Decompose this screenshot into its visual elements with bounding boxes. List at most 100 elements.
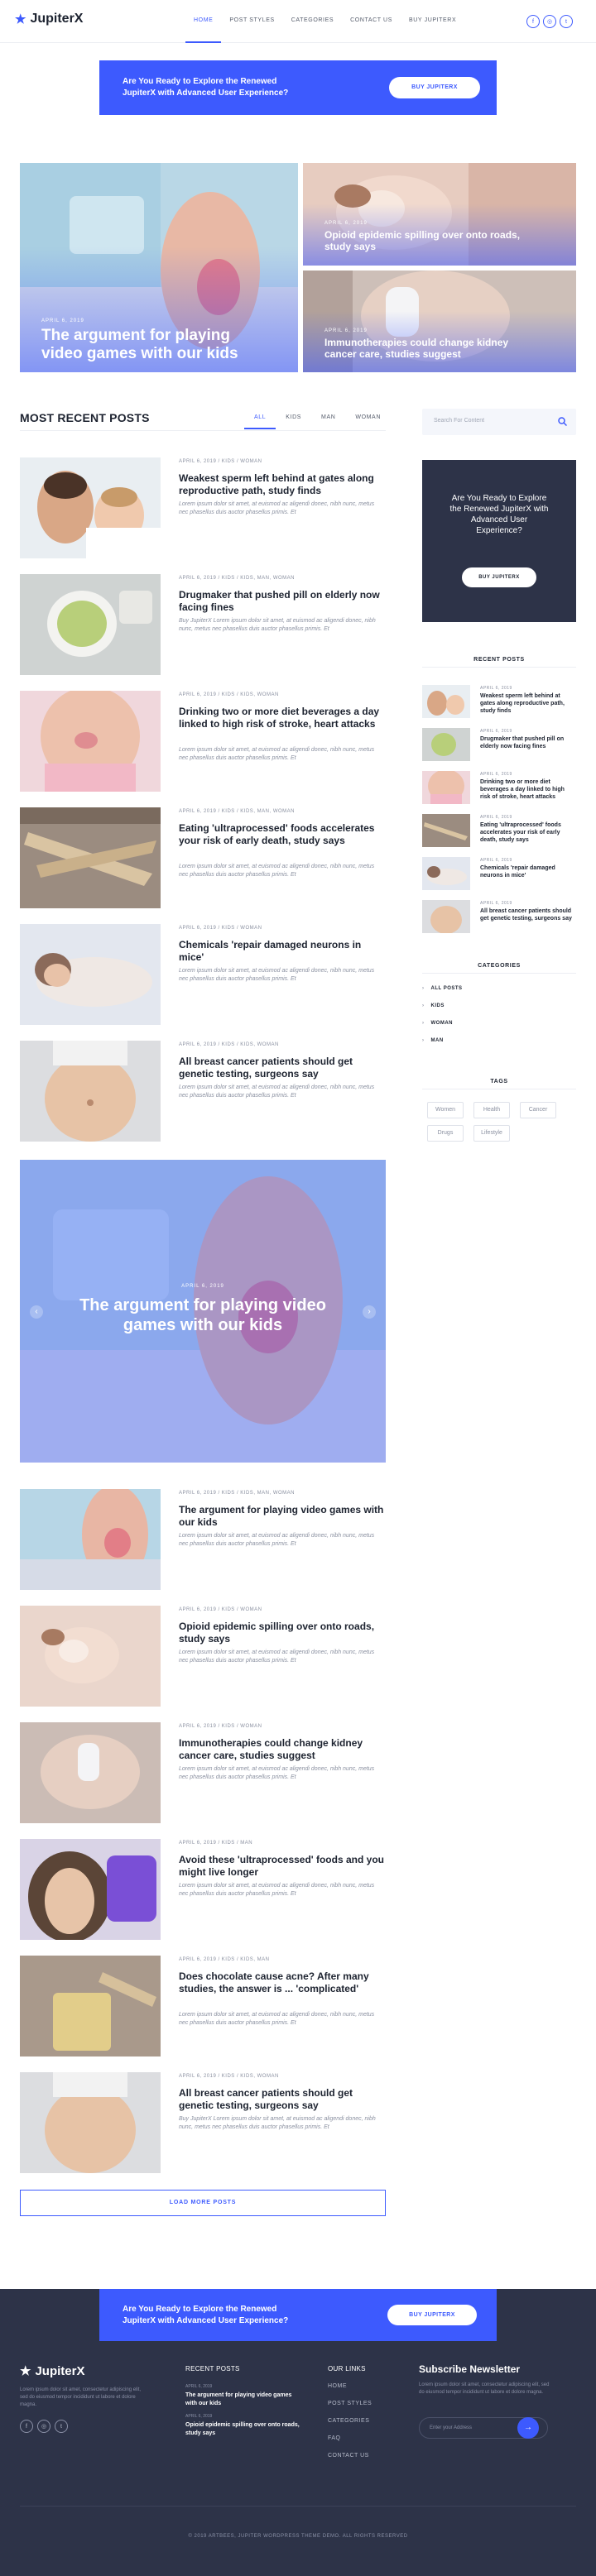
hero-bottom-right-title[interactable]: Immunotherapies could change kidney cance… xyxy=(324,337,508,360)
category-woman[interactable]: › WOMAN xyxy=(422,1021,453,1026)
search-box[interactable]: Search For Content xyxy=(422,409,576,435)
featured-slider[interactable]: ‹ › APRIL 6, 2019 The argument for playi… xyxy=(20,1160,386,1463)
tab-woman[interactable]: WOMAN xyxy=(345,411,391,429)
post-thumbnail[interactable] xyxy=(20,1489,161,1590)
load-more-button[interactable]: LOAD MORE POSTS xyxy=(20,2190,386,2216)
post-title[interactable]: All breast cancer patients should get ge… xyxy=(179,1056,386,1080)
facebook-icon[interactable]: f xyxy=(526,15,540,28)
post-thumbnail[interactable] xyxy=(20,924,161,1025)
sidebar-thumbnail[interactable] xyxy=(422,900,470,933)
post-thumbnail[interactable] xyxy=(20,1722,161,1823)
post-title[interactable]: Drinking two or more diet beverages a da… xyxy=(179,706,386,730)
tab-kids[interactable]: KIDS xyxy=(276,411,311,429)
sidebar-recent-title[interactable]: All breast cancer patients should get ge… xyxy=(480,907,576,922)
sidebar-recent-title[interactable]: Drugmaker that pushed pill on elderly no… xyxy=(480,735,576,750)
sidebar-thumbnail[interactable] xyxy=(422,857,470,890)
post-item[interactable]: APRIL 6, 2019 / KIDS / WOMAN Weakest spe… xyxy=(20,457,386,558)
post-thumbnail[interactable] xyxy=(20,2072,161,2173)
nav-buy[interactable]: BUY JUPITERX xyxy=(401,0,464,43)
footer-link-categories[interactable]: CATEGORIES xyxy=(328,2418,369,2424)
newsletter-email-field[interactable]: Enter your Address → xyxy=(419,2417,548,2439)
facebook-icon[interactable]: f xyxy=(20,2420,33,2433)
twitter-icon[interactable]: t xyxy=(55,2420,68,2433)
footer-recent-title[interactable]: Opioid epidemic spilling over onto roads… xyxy=(185,2421,301,2438)
post-item[interactable]: APRIL 6, 2019 / KIDS / KIDS, MAN, WOMAN … xyxy=(20,807,386,908)
post-title[interactable]: The argument for playing video games wit… xyxy=(179,1504,386,1529)
sidebar-recent-title[interactable]: Eating 'ultraprocessed' foods accelerate… xyxy=(480,821,576,844)
nav-post-styles[interactable]: POST STYLES xyxy=(221,0,282,43)
footer-logo[interactable]: ★ JupiterX xyxy=(20,2363,84,2379)
twitter-icon[interactable]: t xyxy=(560,15,573,28)
post-item[interactable]: APRIL 6, 2019 / KIDS / WOMAN Opioid epid… xyxy=(20,1606,386,1707)
sidebar-recent-title[interactable]: Chemicals 'repair damaged neurons in mic… xyxy=(480,864,576,879)
sidebar-recent-item[interactable]: APRIL 6, 2019 Eating 'ultraprocessed' fo… xyxy=(422,814,576,847)
post-item[interactable]: APRIL 6, 2019 / KIDS / KIDS, MAN, WOMAN … xyxy=(20,574,386,675)
post-item[interactable]: APRIL 6, 2019 / KIDS / WOMAN Chemicals '… xyxy=(20,924,386,1025)
sidebar-recent-title[interactable]: Drinking two or more diet beverages a da… xyxy=(480,778,576,801)
post-title[interactable]: Chemicals 'repair damaged neurons in mic… xyxy=(179,939,386,964)
post-title[interactable]: Avoid these 'ultraprocessed' foods and y… xyxy=(179,1854,386,1879)
post-title[interactable]: Weakest sperm left behind at gates along… xyxy=(179,472,386,497)
search-input[interactable]: Search For Content xyxy=(434,418,484,424)
sidebar-recent-item[interactable]: APRIL 6, 2019 Drinking two or more diet … xyxy=(422,771,576,804)
footer-link-home[interactable]: HOME xyxy=(328,2383,347,2389)
post-item[interactable]: APRIL 6, 2019 / KIDS / KIDS, WOMAN All b… xyxy=(20,2072,386,2173)
sidebar-thumbnail[interactable] xyxy=(422,685,470,718)
post-thumbnail[interactable] xyxy=(20,1839,161,1940)
post-title[interactable]: Immunotherapies could change kidney canc… xyxy=(179,1737,386,1762)
post-title[interactable]: Does chocolate cause acne? After many st… xyxy=(179,1970,386,1995)
arrow-right-icon[interactable]: → xyxy=(517,2417,539,2439)
instagram-icon[interactable]: ◎ xyxy=(543,15,556,28)
slider-title[interactable]: The argument for playing video games with… xyxy=(20,1295,386,1335)
sidebar-buy-button[interactable]: BUY JUPITERX xyxy=(462,567,536,587)
hero-main-post[interactable]: APRIL 6, 2019 The argument for playing vi… xyxy=(20,163,298,372)
post-title[interactable]: All breast cancer patients should get ge… xyxy=(179,2087,386,2112)
post-thumbnail[interactable] xyxy=(20,1606,161,1707)
category-man[interactable]: › MAN xyxy=(422,1038,444,1043)
post-item[interactable]: APRIL 6, 2019 / KIDS / MAN Avoid these '… xyxy=(20,1839,386,1940)
footer-buy-button[interactable]: BUY JUPITERX xyxy=(387,2305,477,2325)
post-item[interactable]: APRIL 6, 2019 / KIDS / KIDS, WOMAN Drink… xyxy=(20,691,386,792)
category-all-posts[interactable]: › ALL POSTS xyxy=(422,986,463,991)
tag-drugs[interactable]: Drugs xyxy=(427,1125,464,1142)
post-thumbnail[interactable] xyxy=(20,691,161,792)
post-title[interactable]: Opioid epidemic spilling over onto roads… xyxy=(179,1621,386,1645)
hero-top-right-title[interactable]: Opioid epidemic spilling over onto roads… xyxy=(324,229,520,252)
post-thumbnail[interactable] xyxy=(20,1041,161,1142)
sidebar-thumbnail[interactable] xyxy=(422,728,470,761)
hero-main-title[interactable]: The argument for playing video games with… xyxy=(41,327,238,363)
instagram-icon[interactable]: ◎ xyxy=(37,2420,50,2433)
post-item[interactable]: APRIL 6, 2019 / KIDS / WOMAN Immunothera… xyxy=(20,1722,386,1823)
post-item[interactable]: APRIL 6, 2019 / KIDS / KIDS, MAN, WOMAN … xyxy=(20,1489,386,1590)
hero-top-right-post[interactable]: APRIL 6, 2019 Opioid epidemic spilling o… xyxy=(303,163,576,266)
nav-contact[interactable]: CONTACT US xyxy=(342,0,401,43)
post-item[interactable]: APRIL 6, 2019 / KIDS / KIDS, MAN Does ch… xyxy=(20,1956,386,2056)
sidebar-recent-item[interactable]: APRIL 6, 2019 Chemicals 'repair damaged … xyxy=(422,857,576,890)
tab-man[interactable]: MAN xyxy=(311,411,345,429)
tag-cancer[interactable]: Cancer xyxy=(520,1102,556,1118)
nav-categories[interactable]: CATEGORIES xyxy=(283,0,342,43)
sidebar-recent-title[interactable]: Weakest sperm left behind at gates along… xyxy=(480,692,576,715)
post-title[interactable]: Drugmaker that pushed pill on elderly no… xyxy=(179,589,386,614)
sidebar-recent-item[interactable]: APRIL 6, 2019 Drugmaker that pushed pill… xyxy=(422,728,576,761)
tag-women[interactable]: Women xyxy=(427,1102,464,1118)
post-title[interactable]: Eating 'ultraprocessed' foods accelerate… xyxy=(179,822,386,847)
post-item[interactable]: APRIL 6, 2019 / KIDS / KIDS, WOMAN All b… xyxy=(20,1041,386,1142)
post-thumbnail[interactable] xyxy=(20,457,161,558)
sidebar-recent-item[interactable]: APRIL 6, 2019 All breast cancer patients… xyxy=(422,900,576,933)
tag-health[interactable]: Health xyxy=(473,1102,510,1118)
post-thumbnail[interactable] xyxy=(20,807,161,908)
hero-bottom-right-post[interactable]: APRIL 6, 2019 Immunotherapies could chan… xyxy=(303,271,576,372)
category-kids[interactable]: › KIDS xyxy=(422,1003,445,1008)
footer-link-post-styles[interactable]: POST STYLES xyxy=(328,2401,372,2406)
promo-buy-button[interactable]: BUY JUPITERX xyxy=(389,77,480,98)
footer-link-contact[interactable]: CONTACT US xyxy=(328,2453,369,2459)
footer-recent-title[interactable]: The argument for playing video games wit… xyxy=(185,2392,301,2408)
email-input[interactable]: Enter your Address xyxy=(430,2425,472,2430)
sidebar-thumbnail[interactable] xyxy=(422,814,470,847)
post-thumbnail[interactable] xyxy=(20,1956,161,2056)
tag-lifestyle[interactable]: Lifestyle xyxy=(473,1125,510,1142)
site-logo[interactable]: ★ JupiterX xyxy=(15,12,83,26)
tab-all[interactable]: ALL xyxy=(244,411,276,429)
nav-home[interactable]: HOME xyxy=(185,0,222,43)
